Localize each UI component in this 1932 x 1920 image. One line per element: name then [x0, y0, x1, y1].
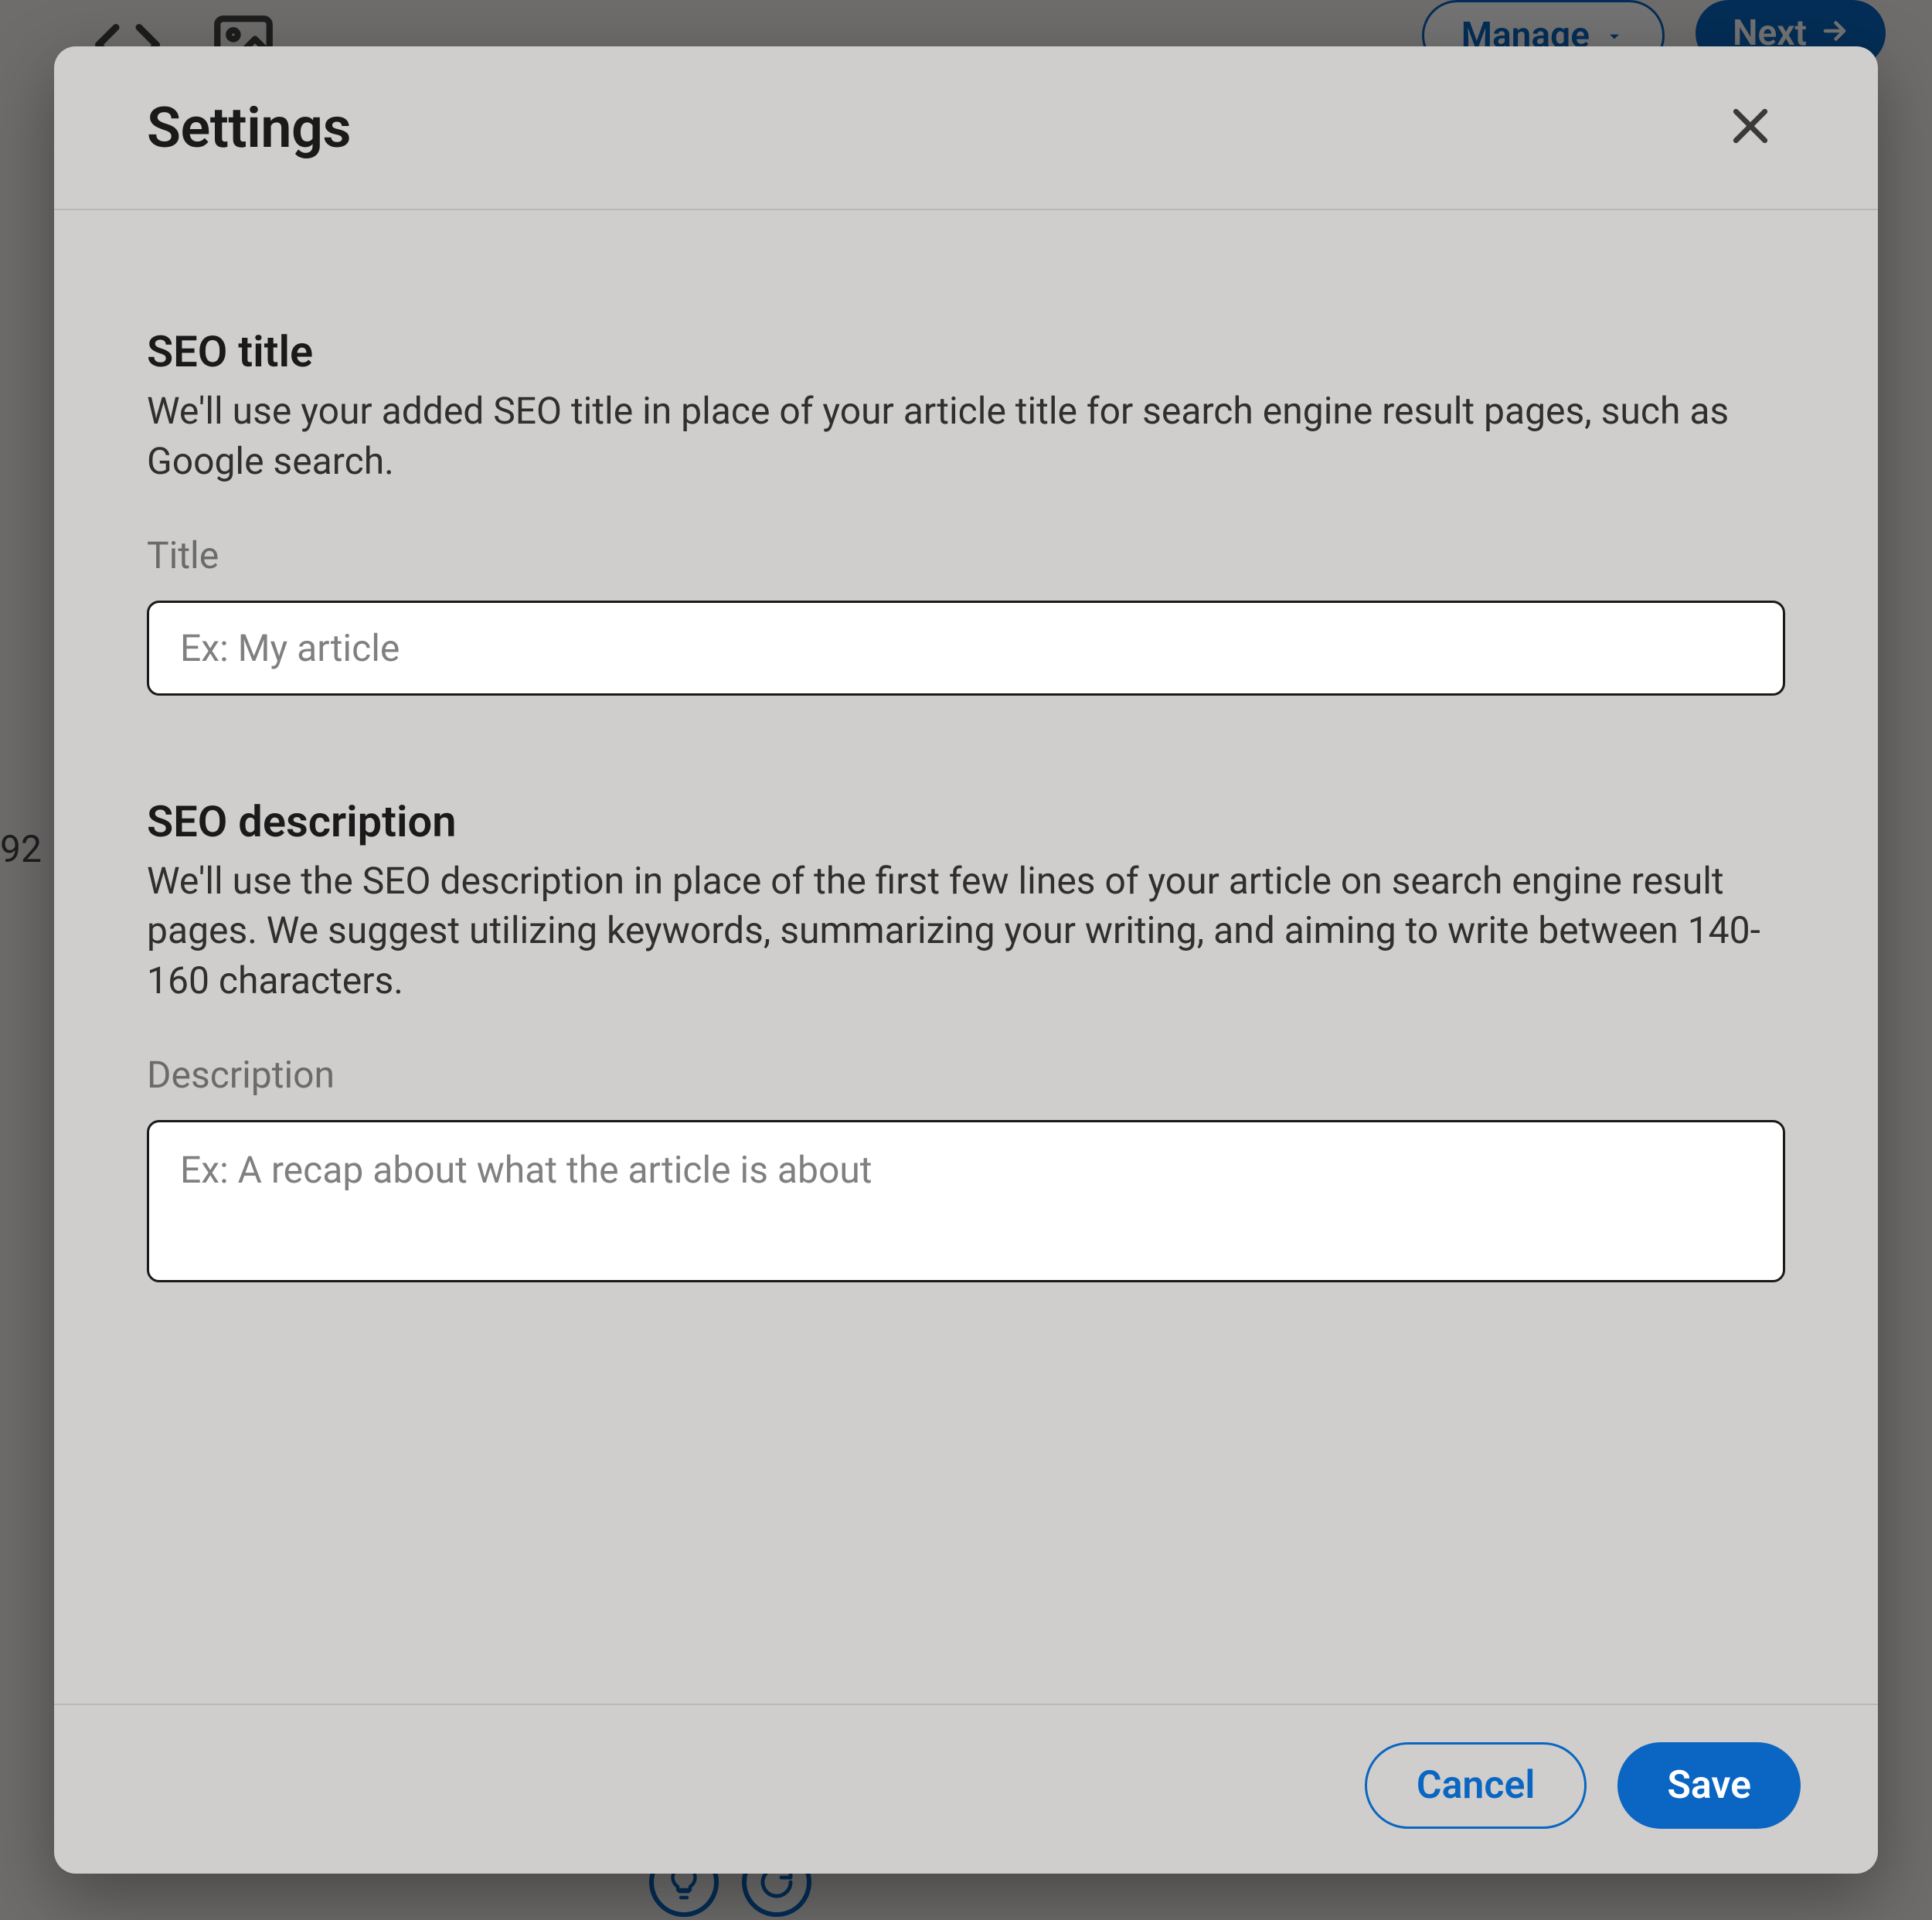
modal-footer: Cancel Save: [54, 1704, 1878, 1874]
modal-title: Settings: [147, 95, 351, 161]
seo-description-input[interactable]: [147, 1120, 1785, 1282]
seo-description-field-label: Description: [147, 1053, 1785, 1097]
seo-title-field-label: Title: [147, 533, 1785, 577]
seo-title-help: We'll use your added SEO title in place …: [147, 386, 1785, 487]
save-button[interactable]: Save: [1617, 1742, 1801, 1829]
close-button[interactable]: [1708, 85, 1793, 170]
modal-body: SEO title We'll use your added SEO title…: [54, 210, 1878, 1704]
seo-description-section: SEO description We'll use the SEO descri…: [147, 796, 1785, 1285]
seo-description-help: We'll use the SEO description in place o…: [147, 856, 1785, 1006]
close-icon: [1726, 101, 1775, 154]
modal-header: Settings: [54, 46, 1878, 210]
seo-title-section: SEO title We'll use your added SEO title…: [147, 326, 1785, 696]
settings-modal: Settings SEO title We'll use your added …: [54, 46, 1878, 1874]
seo-description-heading: SEO description: [147, 796, 1785, 847]
seo-title-input[interactable]: [147, 601, 1785, 696]
cancel-button[interactable]: Cancel: [1365, 1742, 1587, 1829]
seo-title-heading: SEO title: [147, 326, 1785, 377]
